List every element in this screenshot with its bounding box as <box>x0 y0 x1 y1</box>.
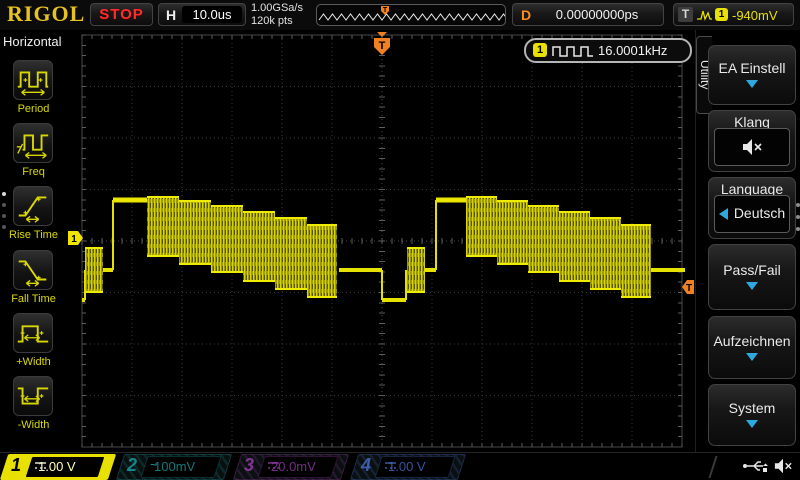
chevron-down-icon <box>746 282 758 290</box>
speaker-muted-icon <box>740 137 764 157</box>
channel2-status[interactable]: 2 ~ 100mV <box>120 454 228 480</box>
measure-item-fall-time[interactable]: Fall Time <box>0 250 67 312</box>
sound-setting-box <box>714 128 790 166</box>
delay-label: D <box>521 7 531 23</box>
status-bar: RIGOL STOP H 10.0us 1.00GSa/s 120k pts T… <box>0 0 800 31</box>
measure-item-period[interactable]: Period <box>0 60 67 122</box>
oscilloscope-screen: RIGOL STOP H 10.0us 1.00GSa/s 120k pts T… <box>0 0 800 480</box>
chevron-down-icon <box>746 420 758 428</box>
sample-rate: 1.00GSa/s <box>251 2 303 15</box>
fall-time-icon <box>14 251 52 289</box>
left-menu-title: Horizontal <box>3 34 62 49</box>
left-measure-menu: Horizontal Period Freq Rise Tim <box>0 30 68 452</box>
channel4-status[interactable]: 4 1.00 V <box>354 454 462 480</box>
channel3-status[interactable]: 3 20.0mV <box>237 454 345 480</box>
freq-icon <box>14 124 52 162</box>
speaker-muted-icon[interactable] <box>772 457 794 475</box>
frequency-counter: 1 16.0001kHz <box>524 38 692 63</box>
svg-text:T: T <box>383 7 388 14</box>
channel1-status[interactable]: 1 1.00 V <box>4 454 112 480</box>
menu-item-language[interactable]: Language Deutsch <box>708 177 796 239</box>
chevron-left-icon <box>719 208 728 220</box>
chevron-down-icon <box>746 80 758 88</box>
chevron-down-icon <box>746 353 758 361</box>
channel1-waveform <box>82 197 685 300</box>
menu-item-pass-fail[interactable]: Pass/Fail <box>708 244 796 310</box>
square-wave-icon <box>552 44 594 58</box>
trigger-source-badge: 1 <box>715 8 728 21</box>
trigger-panel[interactable]: T 1 -940mV <box>673 3 794 26</box>
delay-panel[interactable]: D 0.00000000ps <box>512 3 664 26</box>
delay-value: 0.00000000ps <box>535 7 659 22</box>
measure-item-freq[interactable]: Freq <box>0 123 67 185</box>
rise-time-icon <box>14 187 52 225</box>
usb-icon[interactable] <box>742 457 768 475</box>
period-icon <box>14 61 52 99</box>
acquisition-info: 1.00GSa/s 120k pts <box>251 2 303 28</box>
channel-status-bar: 1 1.00 V 2 ~ 100mV 3 20.0mV 4 1.00 V <box>0 452 800 480</box>
plus-width-icon <box>14 314 52 352</box>
rigol-logo: RIGOL <box>7 1 85 27</box>
memory-depth: 120k pts <box>251 15 303 28</box>
status-divider <box>708 456 717 478</box>
timebase-value: 10.0us <box>182 6 242 23</box>
svg-text:T: T <box>686 283 692 294</box>
svg-text:T: T <box>379 40 386 52</box>
language-value-box: Deutsch <box>714 195 790 233</box>
counter-source-badge: 1 <box>533 43 547 57</box>
minus-width-icon <box>14 377 52 415</box>
trigger-level-marker[interactable]: T <box>682 280 694 294</box>
waveform-display-area[interactable]: 1 T T 1 16.0001kHz <box>67 30 695 452</box>
measure-item-plus-width[interactable]: +Width <box>0 313 67 375</box>
menu-item-system[interactable]: System <box>708 384 796 446</box>
preview-wave <box>319 14 505 20</box>
horizontal-timebase-panel[interactable]: H 10.0us <box>158 3 246 26</box>
trigger-level-value: -940mV <box>732 8 778 23</box>
trigger-edge-icon <box>696 8 713 22</box>
run-stop-indicator[interactable]: STOP <box>90 3 153 26</box>
waveform-preview[interactable]: T <box>316 4 506 26</box>
preview-trigger-marker[interactable]: T <box>379 5 391 16</box>
trigger-label: T <box>678 7 693 22</box>
menu-item-aufzeichnen[interactable]: Aufzeichnen <box>708 316 796 379</box>
menu-item-klang[interactable]: Klang <box>708 110 796 172</box>
menu-item-ea-einstell[interactable]: EA Einstell <box>708 45 796 105</box>
counter-value: 16.0001kHz <box>598 43 667 58</box>
measure-item-minus-width[interactable]: -Width <box>0 376 67 438</box>
svg-text:1: 1 <box>71 234 77 245</box>
measure-item-rise-time[interactable]: Rise Time <box>0 186 67 248</box>
timebase-label: H <box>166 7 176 23</box>
utility-menu: Utility EA Einstell Klang Language Deuts… <box>695 30 800 452</box>
channel1-ground-marker[interactable]: 1 <box>68 231 83 245</box>
